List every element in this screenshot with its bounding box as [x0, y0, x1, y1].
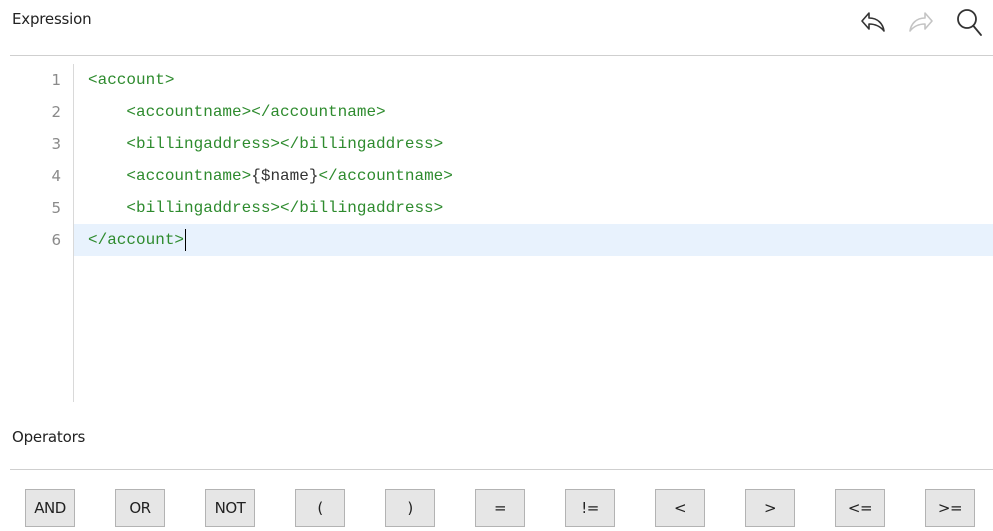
redo-button[interactable]	[907, 7, 935, 37]
line-number: 1	[51, 71, 61, 89]
code-line: <billingaddress></billingaddress>	[88, 128, 443, 160]
text-cursor	[185, 228, 187, 251]
search-button[interactable]	[955, 7, 983, 37]
code-tag: </accountname>	[318, 167, 453, 185]
operator-and-button[interactable]: AND	[25, 489, 75, 527]
code-line: <account>	[88, 64, 174, 96]
undo-icon	[861, 12, 885, 32]
operator-greater-than-button[interactable]: >	[745, 489, 795, 527]
operator-equals-button[interactable]: =	[475, 489, 525, 527]
code-line: <accountname>{$name}</accountname>	[88, 160, 453, 192]
operators-title: Operators	[12, 428, 86, 446]
code-tag: <accountname></accountname>	[126, 103, 386, 121]
code-tag: <account>	[88, 71, 175, 89]
code-line-active: </account>	[88, 224, 187, 256]
expression-divider	[10, 55, 993, 56]
line-number: 4	[51, 167, 61, 185]
search-icon	[957, 9, 982, 36]
code-tag: <billingaddress></billingaddress>	[126, 199, 444, 217]
line-number: 5	[51, 199, 61, 217]
code-tag: </account>	[88, 231, 185, 249]
code-line: <billingaddress></billingaddress>	[88, 192, 443, 224]
operator-open-paren-button[interactable]: (	[295, 489, 345, 527]
operator-less-than-button[interactable]: <	[655, 489, 705, 527]
line-number: 3	[51, 135, 61, 153]
operator-greater-equal-button[interactable]: >=	[925, 489, 975, 527]
expression-title: Expression	[12, 10, 92, 28]
operator-or-button[interactable]: OR	[115, 489, 165, 527]
active-line-highlight	[74, 224, 993, 256]
operators-divider	[10, 469, 993, 470]
editor-toolbar	[859, 2, 983, 42]
operator-less-equal-button[interactable]: <=	[835, 489, 885, 527]
code-editor[interactable]: 1 2 3 4 5 6 <account> <accountname></acc…	[10, 64, 993, 402]
redo-icon	[909, 12, 933, 32]
undo-button[interactable]	[859, 7, 887, 37]
line-number: 6	[51, 231, 61, 249]
line-number-gutter: 1 2 3 4 5 6	[10, 64, 74, 402]
operator-not-button[interactable]: NOT	[205, 489, 255, 527]
operator-not-equals-button[interactable]: !=	[565, 489, 615, 527]
code-variable: {$name}	[251, 167, 319, 185]
code-tag: <billingaddress></billingaddress>	[126, 135, 444, 153]
code-line: <accountname></accountname>	[88, 96, 386, 128]
operator-close-paren-button[interactable]: )	[385, 489, 435, 527]
code-tag: <accountname>	[126, 167, 252, 185]
line-number: 2	[51, 103, 61, 121]
